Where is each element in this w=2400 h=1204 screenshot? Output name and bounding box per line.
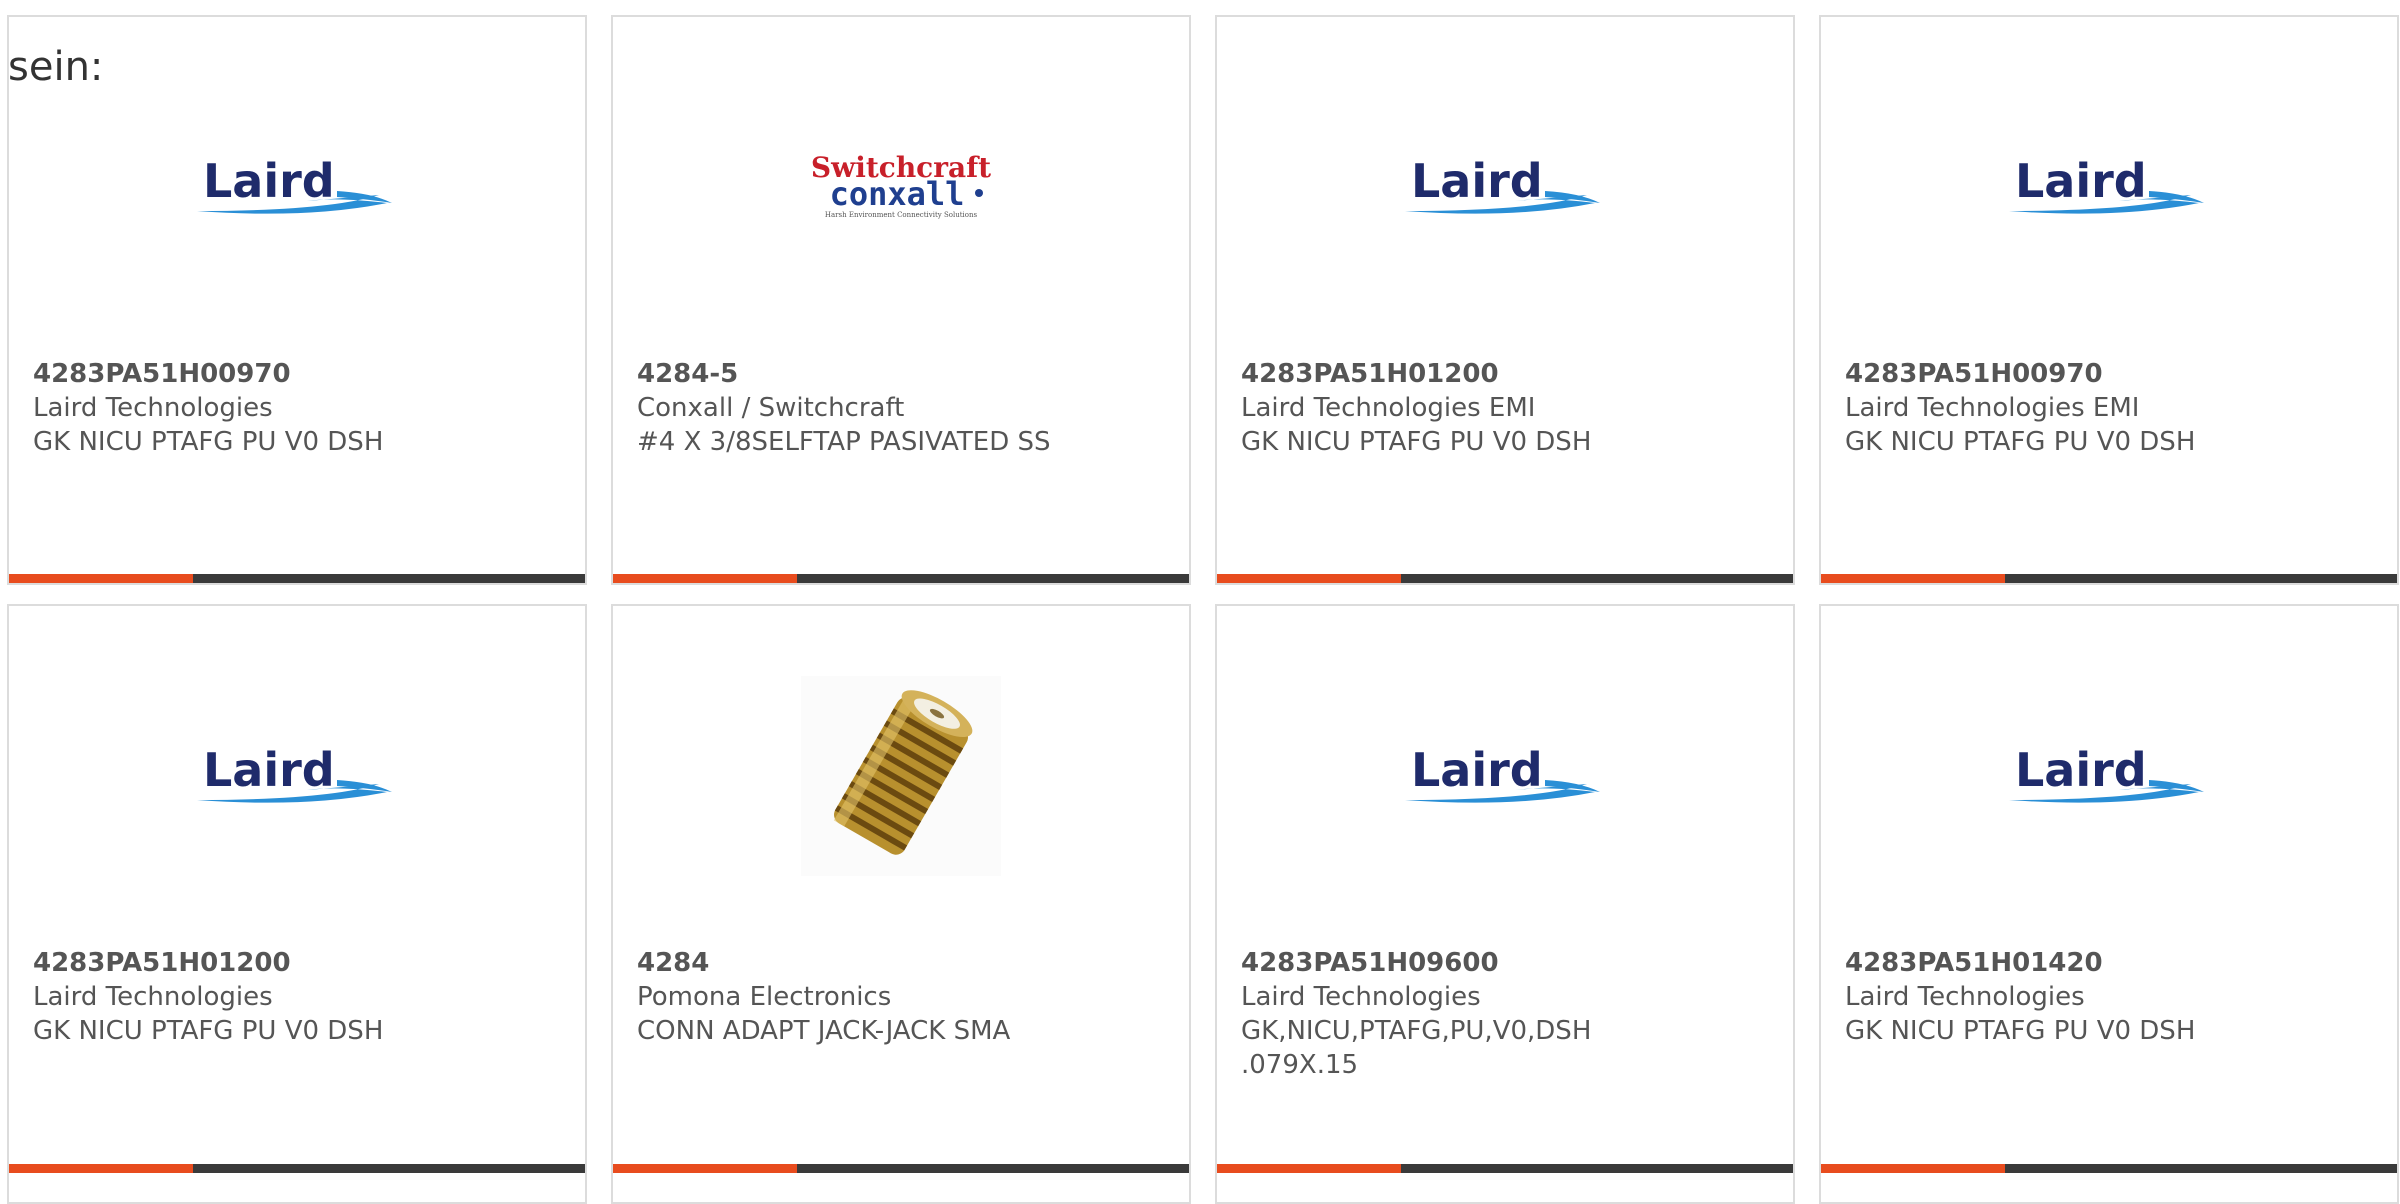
- svg-text:conxall: conxall: [830, 175, 965, 213]
- manufacturer: Conxall / Switchcraft: [637, 393, 905, 423]
- switchcraft-conxall-logo: Switchcraft conxall Harsh Environment Co…: [613, 147, 1189, 227]
- product-card[interactable]: Laird 4283PA51H01200 Laird Technologies …: [1215, 15, 1795, 585]
- svg-text:Harsh Environment Connectivity: Harsh Environment Connectivity Solutions: [825, 211, 978, 219]
- card-bar-accent: [1217, 574, 1402, 583]
- card-bottom-bar: [613, 574, 1189, 583]
- laird-logo: Laird: [1217, 147, 1793, 227]
- laird-logo: Laird: [1217, 736, 1793, 816]
- product-card[interactable]: 4284 Pomona Electronics CONN ADAPT JACK-…: [611, 604, 1191, 1204]
- description: GK NICU PTAFG PU V0 DSH: [1845, 1016, 2196, 1046]
- product-card[interactable]: Laird 4283PA51H00970 Laird Technologies …: [1819, 15, 2399, 585]
- manufacturer: Laird Technologies EMI: [1845, 393, 2140, 423]
- manufacturer: Laird Technologies EMI: [1241, 393, 1536, 423]
- card-bar-accent: [613, 574, 798, 583]
- manufacturer: Laird Technologies: [33, 982, 273, 1012]
- part-number[interactable]: 4284: [637, 946, 1169, 980]
- laird-logo: Laird: [1821, 736, 2397, 816]
- svg-text:Laird: Laird: [2015, 743, 2147, 797]
- card-bar-accent: [1821, 1164, 2006, 1173]
- description: GK NICU PTAFG PU V0 DSH: [1845, 427, 2196, 457]
- card-bar-accent: [613, 1164, 798, 1173]
- description: GK NICU PTAFG PU V0 DSH: [33, 1016, 384, 1046]
- card-bottom-bar: [613, 1164, 1189, 1173]
- product-card[interactable]: Laird 4283PA51H00970 Laird Technologies …: [7, 15, 587, 585]
- product-card[interactable]: Switchcraft conxall Harsh Environment Co…: [611, 15, 1191, 585]
- card-bottom-bar: [1217, 574, 1793, 583]
- card-bottom-bar: [9, 1164, 585, 1173]
- description: #4 X 3/8SELFTAP PASIVATED SS: [637, 427, 1051, 457]
- laird-logo: Laird: [1821, 147, 2397, 227]
- part-number[interactable]: 4283PA51H00970: [33, 357, 565, 391]
- description: GK NICU PTAFG PU V0 DSH: [33, 427, 384, 457]
- laird-logo: Laird: [9, 147, 585, 227]
- card-bottom-bar: [9, 574, 585, 583]
- part-number[interactable]: 4284-5: [637, 357, 1169, 391]
- sma-adapter-photo: [613, 676, 1189, 876]
- manufacturer: Laird Technologies: [1241, 982, 1481, 1012]
- svg-text:Laird: Laird: [203, 154, 335, 208]
- manufacturer: Pomona Electronics: [637, 982, 892, 1012]
- card-bottom-bar: [1821, 1164, 2397, 1173]
- product-card[interactable]: Laird 4283PA51H09600 Laird Technologies …: [1215, 604, 1795, 1204]
- laird-logo: Laird: [9, 736, 585, 816]
- description: GK,NICU,PTAFG,PU,V0,DSH .079X.15: [1241, 1016, 1592, 1080]
- card-bar-accent: [1217, 1164, 1402, 1173]
- manufacturer: Laird Technologies: [33, 393, 273, 423]
- part-number[interactable]: 4283PA51H01200: [1241, 357, 1773, 391]
- description: GK NICU PTAFG PU V0 DSH: [1241, 427, 1592, 457]
- svg-text:Laird: Laird: [1411, 743, 1543, 797]
- description: CONN ADAPT JACK-JACK SMA: [637, 1016, 1011, 1046]
- card-bar-accent: [1821, 574, 2006, 583]
- manufacturer: Laird Technologies: [1845, 982, 2085, 1012]
- card-bar-accent: [9, 574, 194, 583]
- svg-text:Laird: Laird: [1411, 154, 1543, 208]
- svg-text:Laird: Laird: [203, 743, 335, 797]
- card-bottom-bar: [1821, 574, 2397, 583]
- product-card[interactable]: Laird 4283PA51H01200 Laird Technologies …: [7, 604, 587, 1204]
- card-bar-accent: [9, 1164, 194, 1173]
- part-number[interactable]: 4283PA51H09600: [1241, 946, 1593, 980]
- part-number[interactable]: 4283PA51H01420: [1845, 946, 2377, 980]
- part-number[interactable]: 4283PA51H01200: [33, 946, 565, 980]
- card-bottom-bar: [1217, 1164, 1793, 1173]
- part-number[interactable]: 4283PA51H00970: [1845, 357, 2377, 391]
- intro-text: sein:: [8, 44, 104, 90]
- svg-text:Laird: Laird: [2015, 154, 2147, 208]
- product-card[interactable]: Laird 4283PA51H01420 Laird Technologies …: [1819, 604, 2399, 1204]
